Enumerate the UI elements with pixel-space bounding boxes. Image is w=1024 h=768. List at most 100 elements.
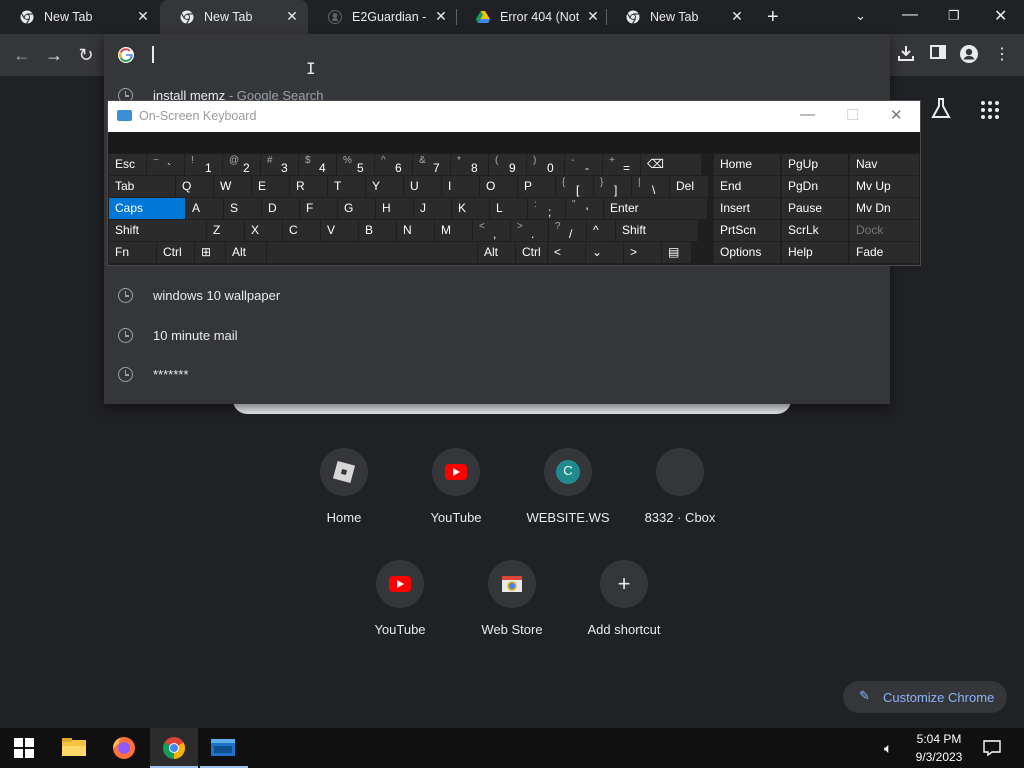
tab-close-icon[interactable]: ✕ (433, 8, 449, 24)
side-panel-icon[interactable] (927, 44, 949, 66)
labs-icon[interactable] (930, 97, 952, 121)
osk-key[interactable]: E (252, 176, 289, 197)
close-window-button[interactable]: ✕ (994, 6, 1007, 26)
clock-time[interactable]: 5:04 PM (914, 732, 964, 746)
osk-key[interactable]: Enter (604, 198, 707, 219)
profile-icon[interactable] (958, 44, 980, 66)
osk-key[interactable]: X (245, 220, 282, 241)
osk-key[interactable] (267, 242, 477, 263)
osk-key[interactable]: K (452, 198, 489, 219)
shortcut-tile[interactable]: YouTube (344, 560, 456, 660)
osk-key[interactable]: Ctrl (157, 242, 194, 263)
firefox-icon[interactable] (100, 728, 148, 768)
osk-nav-key[interactable]: ScrLk (782, 220, 848, 241)
osk-key[interactable]: ▤ (662, 242, 691, 263)
osk-key[interactable]: L (490, 198, 527, 219)
windows-start-icon[interactable] (14, 738, 34, 758)
tab-search-icon[interactable]: ⌄ (855, 8, 866, 24)
osk-key[interactable]: Alt (478, 242, 515, 263)
osk-key[interactable]: R (290, 176, 327, 197)
on-screen-keyboard-icon[interactable] (200, 728, 248, 768)
tab-close-icon[interactable]: ✕ (135, 8, 151, 24)
osk-key[interactable]: D (262, 198, 299, 219)
file-explorer-icon[interactable] (50, 728, 98, 768)
osk-key[interactable]: ⌄ (586, 242, 623, 263)
osk-key[interactable]: (9 (489, 154, 526, 175)
new-tab-button[interactable]: + (767, 7, 779, 27)
osk-key[interactable]: Fn (109, 242, 156, 263)
osk-key[interactable]: P (518, 176, 555, 197)
osk-key[interactable]: O (480, 176, 517, 197)
shortcut-tile[interactable]: Home (288, 448, 400, 548)
osk-key[interactable]: Esc (109, 154, 146, 175)
osk-nav-key[interactable]: PgUp (782, 154, 848, 175)
restore-button[interactable]: ❐ (948, 8, 960, 24)
osk-nav-key[interactable]: Pause (782, 198, 848, 219)
osk-key[interactable]: ? / (549, 220, 586, 241)
tab[interactable]: New Tab ✕ (160, 0, 308, 34)
omnibox-suggestion[interactable]: ******* (104, 355, 890, 395)
tab-close-icon[interactable]: ✕ (729, 8, 745, 24)
osk-nav-key[interactable]: PgDn (782, 176, 848, 197)
osk-key[interactable]: J (414, 198, 451, 219)
osk-nav-key[interactable]: Fade (850, 242, 919, 263)
reload-button[interactable]: ↻ (75, 44, 97, 66)
osk-key[interactable]: Y (366, 176, 403, 197)
osk-nav-key[interactable]: Insert (714, 198, 780, 219)
osk-key[interactable]: G (338, 198, 375, 219)
osk-key[interactable]: > (624, 242, 661, 263)
osk-title-bar[interactable]: On-Screen Keyboard — ☐ ✕ (108, 101, 920, 132)
tab[interactable]: E2Guardian - Ac ✕ (308, 0, 456, 34)
osk-key[interactable]: Shift (616, 220, 698, 241)
omnibox-suggestion[interactable]: 10 minute mail (104, 316, 890, 356)
osk-key[interactable]: I (442, 176, 479, 197)
osk-nav-key[interactable]: Help (782, 242, 848, 263)
osk-key[interactable]: Del (670, 176, 708, 197)
osk-nav-key[interactable]: Mv Dn (850, 198, 919, 219)
osk-close-button[interactable]: ✕ (890, 106, 903, 124)
osk-key[interactable]: * 8 (451, 154, 488, 175)
osk-nav-key[interactable]: Nav (850, 154, 919, 175)
osk-key[interactable]: W (214, 176, 251, 197)
osk-key[interactable]: V (321, 220, 358, 241)
shortcut-tile[interactable]: YouTube (400, 448, 512, 548)
notification-icon[interactable] (983, 740, 1001, 761)
osk-key[interactable]: T (328, 176, 365, 197)
osk-nav-key[interactable]: PrtScn (714, 220, 780, 241)
osk-key[interactable]: <, (473, 220, 510, 241)
osk-key[interactable]: H (376, 198, 413, 219)
omnibox-suggestion[interactable]: windows 10 wallpaper (104, 276, 890, 316)
osk-key[interactable]: Caps (109, 198, 185, 219)
osk-nav-key[interactable]: Mv Up (850, 176, 919, 197)
shortcut-tile[interactable]: Web Store (456, 560, 568, 660)
tab[interactable]: New Tab ✕ (606, 0, 756, 34)
osk-key[interactable]: U (404, 176, 441, 197)
clock-date[interactable]: 9/3/2023 (910, 750, 968, 764)
shortcut-tile[interactable]: + Add shortcut (568, 560, 680, 660)
minimize-button[interactable]: — (902, 6, 918, 24)
osk-key[interactable]: < (548, 242, 585, 263)
osk-key[interactable]: " ' (566, 198, 603, 219)
osk-nav-key[interactable]: End (714, 176, 780, 197)
osk-key[interactable]: C (283, 220, 320, 241)
osk-key[interactable]: | \ (632, 176, 669, 197)
osk-key[interactable]: :; (528, 198, 565, 219)
forward-button[interactable]: → (43, 44, 65, 66)
osk-key[interactable]: F (300, 198, 337, 219)
osk-key[interactable]: >. (511, 220, 548, 241)
shortcut-tile[interactable]: 8332 · Cbox (624, 448, 736, 548)
osk-key[interactable]: A (186, 198, 223, 219)
chrome-taskbar-icon[interactable] (150, 728, 198, 768)
tab[interactable]: Error 404 (Not F ✕ (456, 0, 606, 34)
osk-key[interactable]: Q (176, 176, 213, 197)
osk-key[interactable]: Shift (109, 220, 206, 241)
osk-key[interactable]: ⊞ (195, 242, 225, 263)
osk-key[interactable]: Tab (109, 176, 175, 197)
osk-key[interactable]: ) 0 (527, 154, 564, 175)
back-button[interactable]: ← (11, 44, 33, 66)
osk-key[interactable]: Alt (226, 242, 266, 263)
shortcut-tile[interactable]: C WEBSITE.WS (512, 448, 624, 548)
osk-key[interactable]: @2 (223, 154, 260, 175)
osk-key[interactable]: M (435, 220, 472, 241)
osk-key[interactable]: S (224, 198, 261, 219)
